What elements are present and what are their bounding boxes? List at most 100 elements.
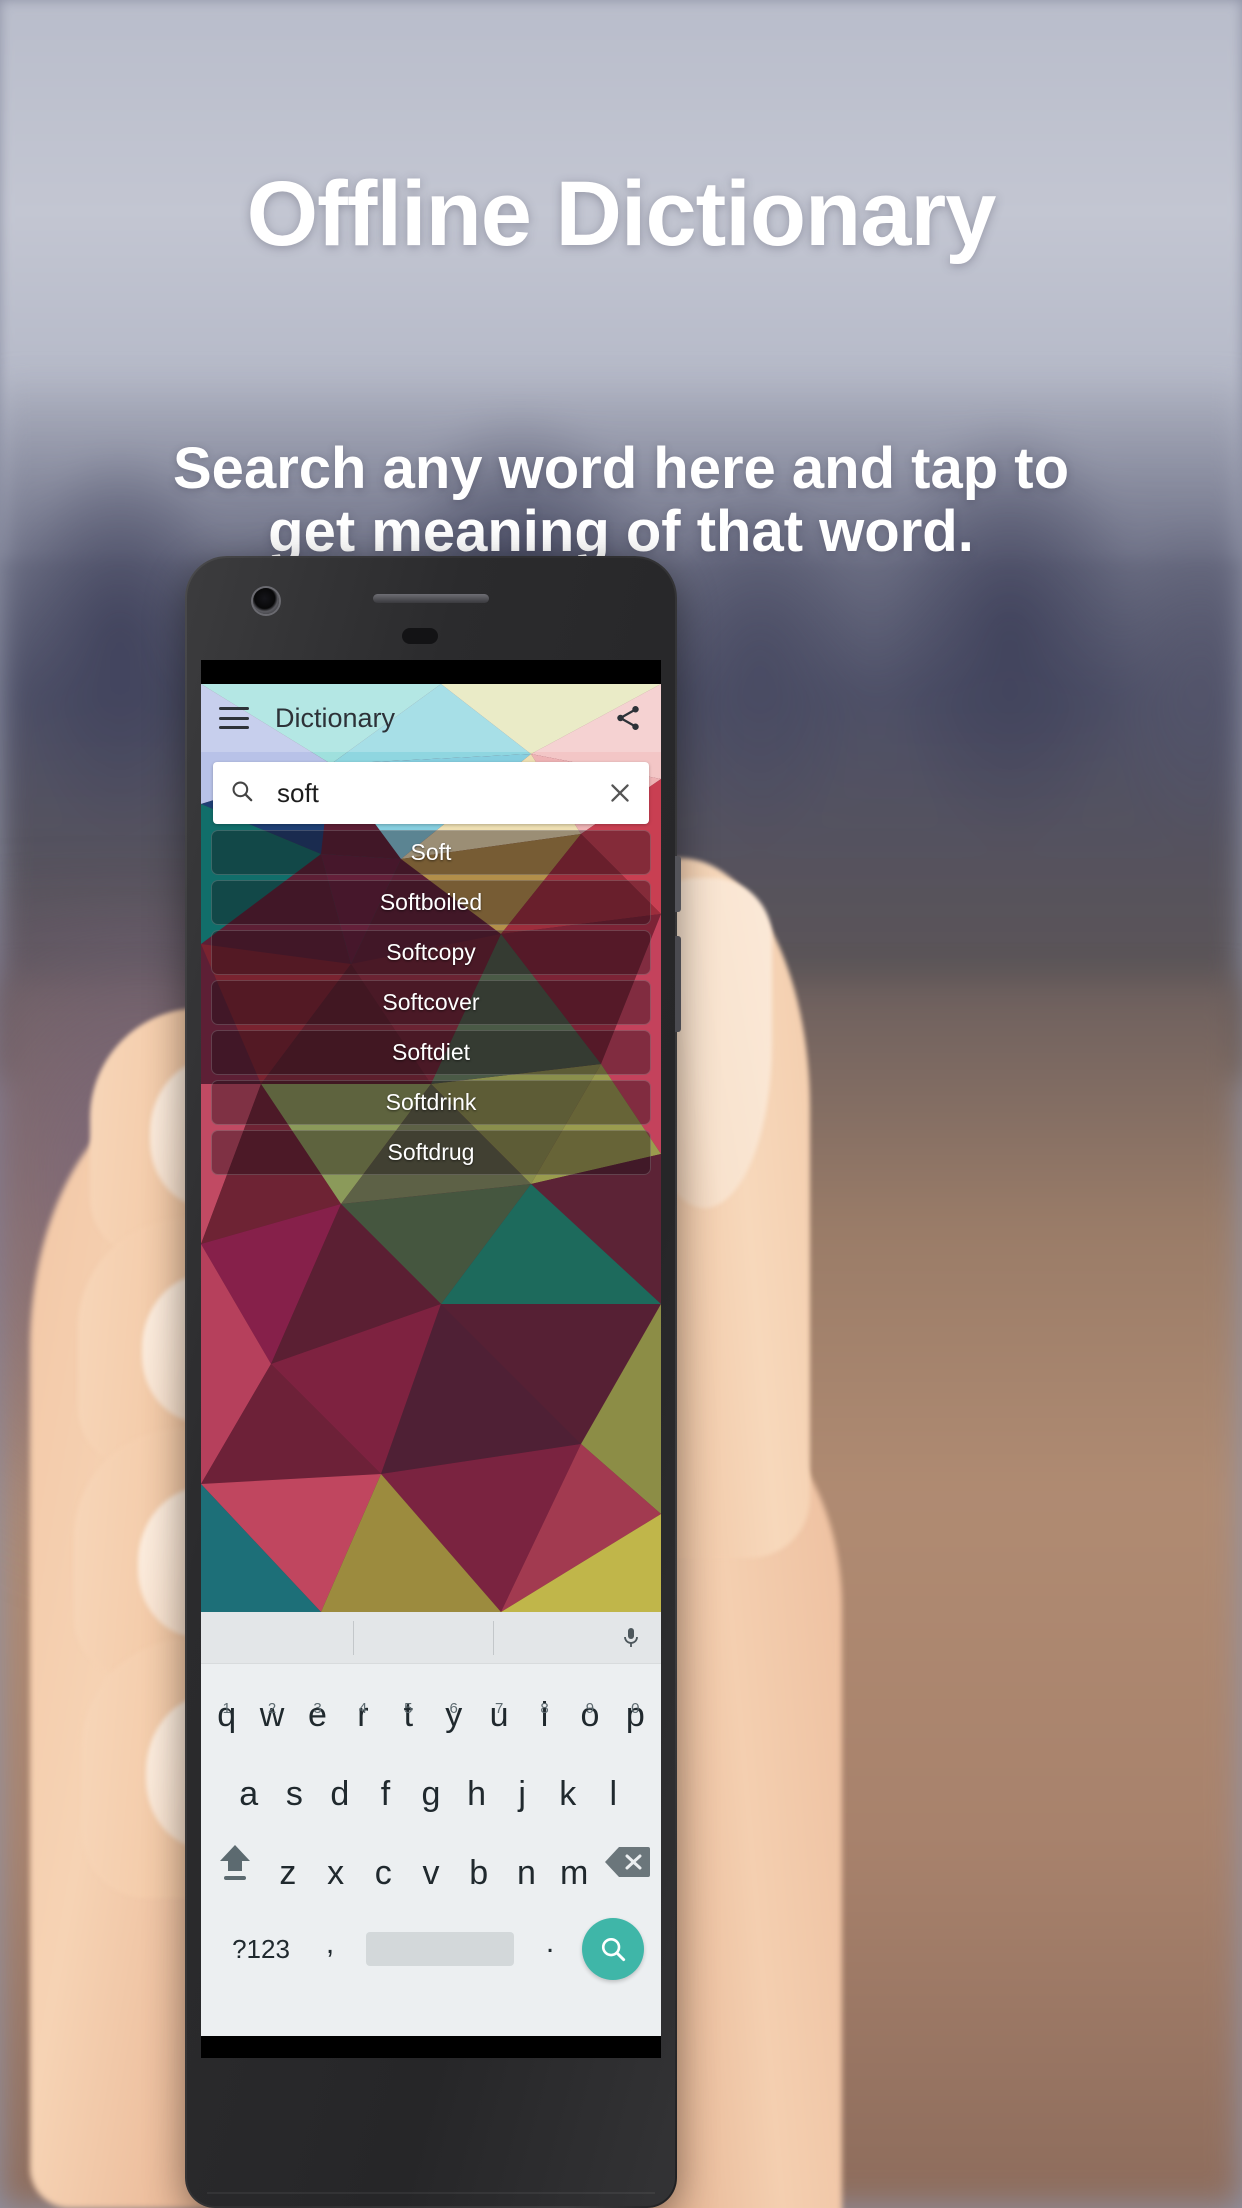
key-z[interactable]: z	[264, 1854, 312, 1907]
word-label: Softdrug	[387, 1139, 475, 1165]
share-icon[interactable]	[613, 703, 643, 733]
list-item[interactable]: Softcopy	[211, 930, 651, 975]
backspace-key-icon[interactable]	[598, 1845, 656, 1907]
key-g[interactable]: g	[408, 1775, 454, 1828]
page-title: Offline Dictionary	[246, 163, 997, 265]
key-hint: 1	[222, 1700, 231, 1717]
keyboard-icon[interactable]	[560, 2055, 594, 2058]
keyboard-row-2: a s d f g h j k l	[204, 1749, 658, 1828]
key-label: h	[467, 1775, 487, 1813]
keyboard-row-4: ?123 , .	[204, 1907, 658, 1991]
key-o[interactable]: 9o	[567, 1696, 612, 1749]
microphone-icon[interactable]	[619, 1622, 643, 1654]
key-p[interactable]: 0p	[613, 1696, 658, 1749]
list-item[interactable]: Soft	[211, 830, 651, 875]
key-hint: 0	[631, 1700, 640, 1717]
space-key[interactable]	[366, 1932, 514, 1966]
key-a[interactable]: a	[226, 1775, 272, 1828]
key-i[interactable]: 8i	[522, 1696, 567, 1749]
key-e[interactable]: 3e	[295, 1696, 340, 1749]
key-hint: 5	[404, 1700, 413, 1717]
word-label: Softdiet	[392, 1039, 470, 1065]
list-item[interactable]: Softdrink	[211, 1080, 651, 1125]
key-label: v	[422, 1854, 440, 1892]
key-t[interactable]: 5t	[386, 1696, 431, 1749]
suggestion-divider	[353, 1621, 354, 1655]
key-r[interactable]: 4r	[340, 1696, 385, 1749]
key-v[interactable]: v	[407, 1854, 455, 1907]
phone-device: Dictionary soft Soft Softboiled Softcopy…	[185, 556, 681, 2208]
search-key-icon[interactable]	[582, 1918, 644, 1980]
search-input-value[interactable]: soft	[277, 778, 607, 809]
word-label: Soft	[410, 839, 452, 865]
key-h[interactable]: h	[454, 1775, 500, 1828]
phone-top-bezel	[185, 556, 677, 660]
word-label: Softboiled	[379, 889, 483, 915]
search-input[interactable]: soft	[213, 762, 649, 824]
phone-screen: Dictionary soft Soft Softboiled Softcopy…	[201, 660, 661, 2058]
key-d[interactable]: d	[317, 1775, 363, 1828]
list-item[interactable]: Softcover	[211, 980, 651, 1025]
word-label: Softdrink	[385, 1089, 477, 1115]
key-hint: 9	[585, 1700, 595, 1717]
key-label: j	[518, 1775, 526, 1813]
key-label: f	[380, 1775, 391, 1813]
on-screen-keyboard: 1q 2w 3e 4r 5t 6y 7u 8i 9o 0p a s d f g	[201, 1612, 661, 2036]
close-icon[interactable]	[607, 780, 633, 806]
key-label: g	[421, 1775, 441, 1813]
key-f[interactable]: f	[363, 1775, 409, 1828]
keyboard-suggestion-strip[interactable]	[201, 1612, 661, 1664]
back-triangle-icon[interactable]	[269, 2055, 303, 2058]
keyboard-row-1: 1q 2w 3e 4r 5t 6y 7u 8i 9o 0p	[204, 1670, 658, 1749]
search-icon	[229, 778, 255, 809]
word-label: Softcover	[382, 989, 480, 1015]
hamburger-menu-icon[interactable]	[219, 707, 249, 729]
shift-key-icon[interactable]	[206, 1841, 264, 1907]
home-circle-icon[interactable]	[366, 2055, 400, 2058]
key-hint: 4	[358, 1700, 368, 1717]
key-label: d	[330, 1775, 350, 1813]
key-label: z	[279, 1854, 297, 1892]
list-item[interactable]: Softdiet	[211, 1030, 651, 1075]
key-y[interactable]: 6y	[431, 1696, 476, 1749]
key-label: s	[285, 1775, 303, 1813]
key-m[interactable]: m	[550, 1854, 598, 1907]
power-button[interactable]	[675, 856, 681, 912]
page-subtitle-line-1: Search any word here and tap to	[173, 436, 1069, 501]
key-w[interactable]: 2w	[249, 1696, 294, 1749]
key-k[interactable]: k	[545, 1775, 591, 1828]
key-u[interactable]: 7u	[476, 1696, 521, 1749]
page-subtitle-line-2: get meaning of that word.	[268, 498, 974, 564]
key-x[interactable]: x	[312, 1854, 360, 1907]
key-n[interactable]: n	[503, 1854, 551, 1907]
app-title: Dictionary	[275, 702, 396, 733]
key-label: m	[559, 1854, 589, 1892]
key-label: l	[609, 1775, 618, 1813]
phone-bottom-seam	[207, 2192, 655, 2194]
key-label: x	[327, 1854, 345, 1892]
key-hint: 6	[449, 1700, 458, 1717]
key-hint: 3	[313, 1700, 322, 1717]
earpiece-speaker-icon	[373, 594, 489, 603]
page-subtitle: Search any word here and tap to get mean…	[50, 436, 1192, 564]
status-bar	[201, 660, 661, 684]
key-hint: 8	[540, 1700, 549, 1717]
key-hint: 2	[267, 1700, 277, 1717]
key-c[interactable]: c	[359, 1854, 407, 1907]
key-label: c	[374, 1854, 392, 1892]
volume-button[interactable]	[675, 936, 681, 1032]
period-key[interactable]: .	[524, 1926, 576, 1972]
key-b[interactable]: b	[455, 1854, 503, 1907]
key-q[interactable]: 1q	[204, 1696, 249, 1749]
key-l[interactable]: l	[590, 1775, 636, 1828]
key-hint: 7	[494, 1700, 504, 1717]
list-item[interactable]: Softboiled	[211, 880, 651, 925]
recents-square-icon[interactable]	[463, 2055, 497, 2058]
key-label: k	[559, 1775, 577, 1813]
comma-key[interactable]: ,	[304, 1927, 356, 1971]
symbols-key[interactable]: ?123	[218, 1934, 304, 1965]
key-s[interactable]: s	[272, 1775, 318, 1828]
suggestion-divider	[493, 1621, 494, 1655]
list-item[interactable]: Softdrug	[211, 1130, 651, 1175]
key-j[interactable]: j	[499, 1775, 545, 1828]
